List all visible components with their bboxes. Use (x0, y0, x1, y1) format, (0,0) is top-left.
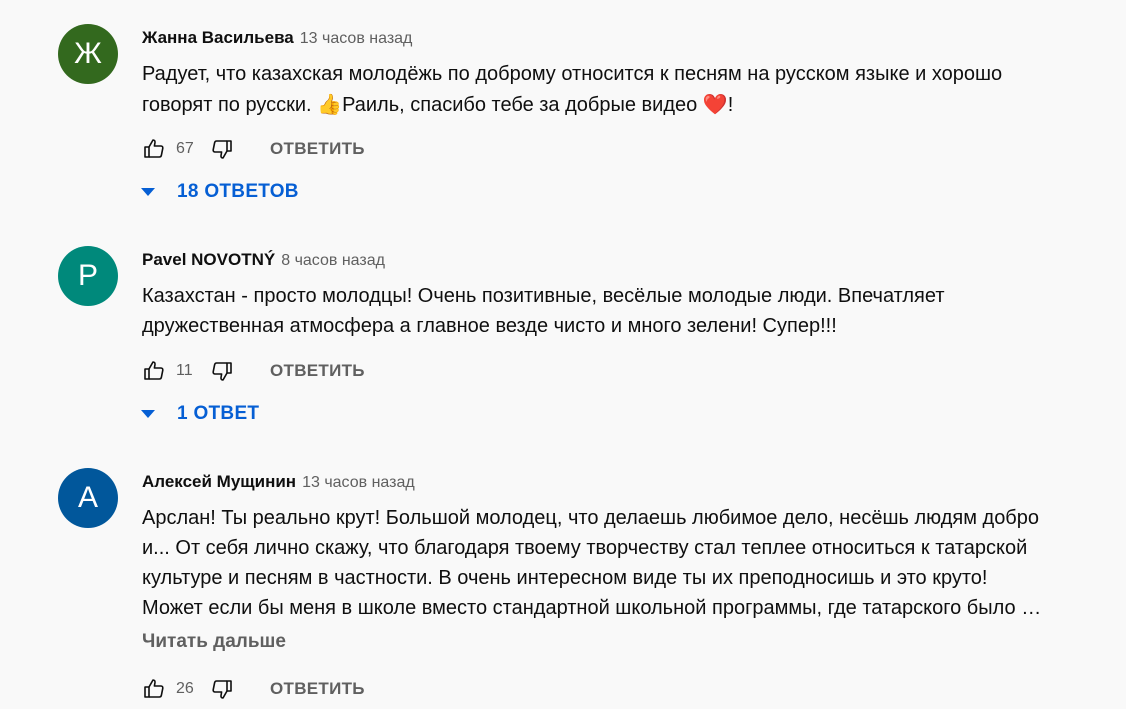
reply-button[interactable]: ОТВЕТИТЬ (270, 679, 365, 699)
avatar-letter: P (77, 259, 98, 292)
comment-actions: 26 ОТВЕТИТЬ (142, 677, 365, 701)
heart-emoji-icon: ❤️ (702, 92, 728, 116)
thumb-down-icon[interactable] (210, 137, 234, 161)
avatar[interactable]: P (58, 246, 118, 306)
reply-button[interactable]: ОТВЕТИТЬ (270, 361, 365, 381)
comment-text: Радует, что казахская молодёжь по добром… (142, 59, 1102, 120)
comment-line: культуре и песням в частности. В очень и… (142, 567, 988, 589)
thumb-down-icon[interactable] (210, 359, 234, 383)
avatar-letter: А (77, 481, 98, 514)
thumb-up-icon[interactable] (142, 677, 166, 701)
comment-header: Pavel NOVOTNÝ 8 часов назад (142, 250, 385, 272)
comment-timestamp[interactable]: 13 часов назад (302, 474, 415, 492)
read-more-link[interactable]: Читать дальше (142, 631, 286, 653)
comment-text: Казахстан - просто молодцы! Очень позити… (142, 281, 1102, 341)
thumb-up-icon[interactable] (142, 137, 166, 161)
avatar[interactable]: А (58, 468, 118, 528)
comment-line-part: ! (727, 94, 734, 116)
thumb-up-icon[interactable] (142, 359, 166, 383)
comment-line: дружественная атмосфера а главное везде … (142, 315, 837, 337)
like-count: 26 (176, 680, 194, 697)
author-name[interactable]: Алексей Мущинин (142, 472, 296, 492)
comment-actions: 11 ОТВЕТИТЬ (142, 359, 365, 383)
comment-timestamp[interactable]: 8 часов назад (281, 252, 385, 270)
caret-down-icon (141, 188, 155, 196)
comment-actions: 67 ОТВЕТИТЬ (142, 137, 365, 161)
comment-text: Арслан! Ты реально крут! Большой молодец… (142, 503, 1102, 623)
comment-line-part: Раиль, спасибо тебе за добрые видео (342, 94, 703, 116)
reply-button[interactable]: ОТВЕТИТЬ (270, 139, 365, 159)
replies-count-label: 1 ОТВЕТ (177, 403, 260, 424)
comments-section: Ж Жанна Васильева 13 часов назад Радует,… (0, 0, 1126, 709)
comment-line: говорят по русски. 👍Раиль, спасибо тебе … (142, 89, 1102, 120)
author-name[interactable]: Жанна Васильева (142, 28, 294, 48)
view-replies-button[interactable]: 1 ОТВЕТ (138, 401, 259, 427)
avatar[interactable]: Ж (58, 24, 118, 84)
thumbs-up-emoji-icon: 👍 (317, 92, 343, 116)
comment-header: Жанна Васильева 13 часов назад (142, 28, 412, 50)
comment-line: и... От себя лично скажу, что благодаря … (142, 537, 1028, 559)
comment-line: Арслан! Ты реально крут! Большой молодец… (142, 507, 1040, 529)
view-replies-button[interactable]: 18 ОТВЕТОВ (138, 179, 299, 205)
comment-timestamp[interactable]: 13 часов назад (300, 30, 413, 48)
comment-line: Радует, что казахская молодёжь по добром… (142, 63, 1003, 85)
avatar-letter: Ж (74, 37, 102, 70)
comment-line: Казахстан - просто молодцы! Очень позити… (142, 285, 945, 307)
caret-down-icon (141, 410, 155, 418)
thumb-down-icon[interactable] (210, 677, 234, 701)
like-count: 11 (176, 362, 193, 379)
like-count: 67 (176, 140, 194, 157)
author-name[interactable]: Pavel NOVOTNÝ (142, 250, 275, 270)
comment-line-part: говорят по русски. (142, 94, 318, 116)
replies-count-label: 18 ОТВЕТОВ (177, 181, 299, 202)
comment-header: Алексей Мущинин 13 часов назад (142, 472, 415, 494)
comment-line: Может если бы меня в школе вместо станда… (142, 597, 1042, 619)
